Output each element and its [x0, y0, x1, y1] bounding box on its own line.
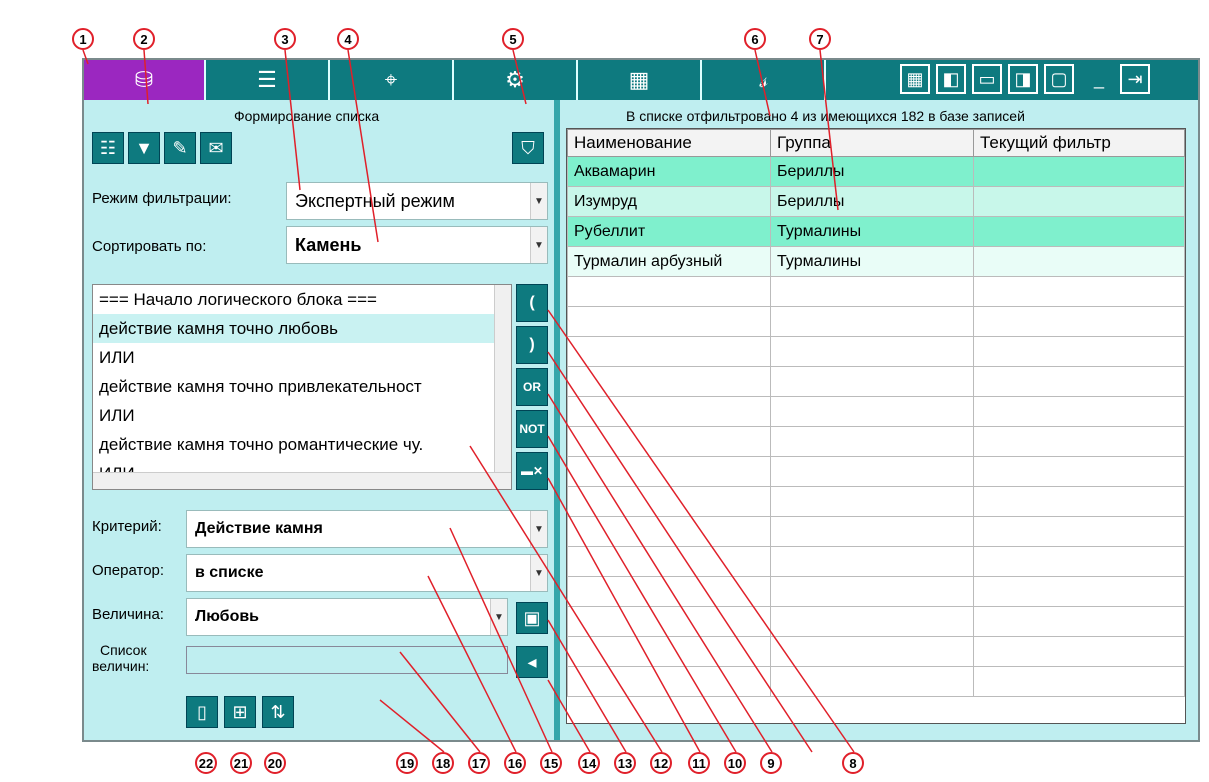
callout-13: 13 — [614, 752, 636, 774]
callout-19: 19 — [396, 752, 418, 774]
callout-15: 15 — [540, 752, 562, 774]
callout-22: 22 — [195, 752, 217, 774]
callout-8: 8 — [842, 752, 864, 774]
callout-lines — [82, 49, 855, 753]
callout-20: 20 — [264, 752, 286, 774]
callout-11: 11 — [688, 752, 710, 774]
callout-18: 18 — [432, 752, 454, 774]
callout-17: 17 — [468, 752, 490, 774]
callout-21: 21 — [230, 752, 252, 774]
callout-9: 9 — [760, 752, 782, 774]
callout-12: 12 — [650, 752, 672, 774]
callout-16: 16 — [504, 752, 526, 774]
callout-10: 10 — [724, 752, 746, 774]
callout-14: 14 — [578, 752, 600, 774]
